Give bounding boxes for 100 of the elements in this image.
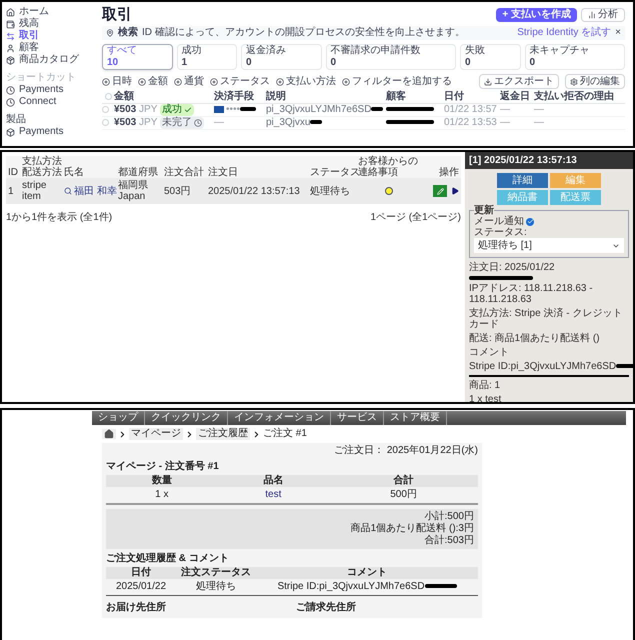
sidebar-item[interactable]: Connect: [6, 96, 90, 108]
section-title: ご請求先住所: [296, 602, 356, 614]
column-header: 注文ステータス: [176, 567, 256, 579]
banner-text: ID 確認によって、アカウントの開設プロセスの安全性を向上させます。: [142, 26, 466, 40]
card-number: ••••: [226, 104, 240, 115]
nav-link[interactable]: ショップ: [92, 411, 145, 425]
sidebar-item-icon: [6, 20, 15, 28]
reason-cell: —: [534, 116, 625, 130]
status-select[interactable]: 処理待ち [1]: [474, 238, 624, 253]
checkbox[interactable]: [102, 118, 109, 126]
sidebar-item[interactable]: Payments: [6, 126, 90, 138]
breadcrumb-link[interactable]: マイページ: [129, 428, 183, 440]
description: pi_3Qjvxu: [266, 117, 310, 128]
mail-checkbox[interactable]: [526, 218, 534, 226]
date-cell: 01/22 13:53: [444, 116, 500, 130]
filter-chip[interactable]: 支払い方法: [276, 75, 336, 88]
column-header: 支払い拒否の理由: [534, 91, 625, 104]
clock-icon: [194, 119, 202, 127]
status-badge: 成功: [160, 104, 194, 116]
payment-method: 支払方法: Stripe 決済 - クレジットカード: [469, 308, 624, 330]
action-button[interactable]: 詳細: [497, 173, 548, 188]
section-label: 製品: [6, 114, 27, 126]
chart-icon: [588, 11, 596, 19]
status-tab[interactable]: 不審請求の申請件数 0: [326, 44, 456, 70]
card-number: —: [214, 117, 224, 128]
close-button[interactable]: ×: [615, 26, 621, 40]
sidebar-item[interactable]: 取引: [6, 30, 90, 42]
status-tab[interactable]: 返金済み 0: [241, 44, 322, 70]
amount: ¥503: [114, 117, 136, 128]
product-link[interactable]: test: [265, 489, 282, 500]
status-label: ステータス:: [474, 227, 528, 238]
order-date: ご注文日： 2025年01月22日(水): [333, 444, 478, 457]
column-header: 注文合計: [164, 167, 205, 178]
download-icon: [484, 78, 492, 86]
nav-link[interactable]: インフォメーション: [228, 411, 331, 425]
nav-link[interactable]: サービス: [331, 411, 384, 425]
create-payment-button[interactable]: + 支払いを作成: [496, 8, 577, 22]
prefecture: 福岡県: [118, 180, 149, 191]
filter-chip[interactable]: フィルターを追加する: [342, 75, 452, 88]
export-button[interactable]: エクスポート: [479, 74, 559, 89]
home-button[interactable]: [102, 429, 116, 439]
mail-label: メール通知: [474, 216, 524, 227]
chevron-icon: [118, 430, 127, 438]
breadcrumb-link[interactable]: ご注文履歴: [196, 428, 250, 440]
total-line: 小計:500円: [424, 511, 474, 522]
total-line: 商品1個あたり配送料 ():3円: [350, 523, 474, 534]
edit-button[interactable]: [433, 185, 447, 197]
order-total: 503円: [164, 186, 192, 196]
checkbox[interactable]: [102, 106, 109, 113]
order-date: 2025/01/22 13:57:13: [208, 186, 301, 196]
column-header: 金額: [114, 91, 214, 104]
status-tab[interactable]: すべて 10: [102, 44, 172, 70]
sidebar-item-icon: [6, 32, 15, 40]
column-header: 合計: [329, 475, 478, 487]
filter-chip[interactable]: 日時: [102, 75, 132, 88]
refund-cell: —: [500, 104, 534, 116]
try-identity-link[interactable]: Stripe Identity を試す: [517, 26, 612, 40]
refund-cell: —: [500, 116, 534, 130]
currency: JPY: [139, 104, 158, 115]
clock-icon: [6, 98, 15, 106]
comment-text: Stripe ID:pi_3QjvxuLYJMh7e6SD: [277, 581, 425, 592]
ip-address: IPアドレス: 118.11.218.63 - 118.11.218.63: [469, 283, 594, 305]
table-cell: 1 x: [106, 487, 218, 504]
checkbox[interactable]: [104, 92, 112, 100]
shipping-method: item: [22, 191, 42, 202]
edit-columns-button[interactable]: 列の編集: [565, 74, 625, 89]
nav-link[interactable]: ストア概要: [384, 411, 447, 425]
breadcrumb-link[interactable]: ご注文 #1: [263, 428, 307, 440]
customer-link[interactable]: 福田 和幸: [64, 186, 118, 196]
sidebar-item[interactable]: 顧客: [6, 42, 90, 54]
column-header: 決済手段: [214, 91, 266, 104]
filter-chip[interactable]: ステータス: [210, 75, 270, 88]
status-tab[interactable]: 成功 1: [176, 44, 237, 70]
nav-link[interactable]: クイックリンク: [145, 411, 228, 425]
plus-icon: [276, 78, 284, 86]
sidebar-item[interactable]: ホーム: [6, 6, 90, 18]
status-tab[interactable]: 失敗 0: [460, 44, 520, 70]
order-status: 処理待ち: [310, 186, 351, 196]
filter-chip[interactable]: 金額: [138, 75, 168, 88]
sidebar-item[interactable]: Payments: [6, 84, 90, 96]
sidebar-item[interactable]: 商品カタログ: [6, 54, 90, 66]
analyze-button[interactable]: 分析: [581, 8, 625, 22]
sidebar-item[interactable]: 残高: [6, 18, 90, 30]
section-title: お届け先住所: [106, 602, 167, 614]
status-tab[interactable]: 未キャプチャ 0: [524, 44, 625, 70]
check-icon: [184, 106, 192, 114]
card-icon: [214, 106, 224, 113]
settings-icon: [570, 78, 578, 86]
expand-arrow-icon[interactable]: [451, 187, 459, 195]
clock-icon: [6, 86, 15, 94]
country: Japan: [118, 191, 146, 202]
column-header: 都道府県: [118, 167, 159, 178]
stripe-id: Stripe ID:pi_3QjvxuLYJMh7e6SD: [469, 361, 616, 372]
pencil-icon: [436, 188, 444, 194]
column-header: 注文日: [208, 167, 239, 178]
filter-chip[interactable]: 通貨: [174, 75, 204, 88]
table-cell: 処理待ち: [176, 579, 256, 596]
table-cell: 500円: [329, 487, 478, 504]
fieldset-legend: 更新: [474, 205, 494, 216]
section-title: マイページ - 注文番号 #1: [106, 461, 220, 473]
